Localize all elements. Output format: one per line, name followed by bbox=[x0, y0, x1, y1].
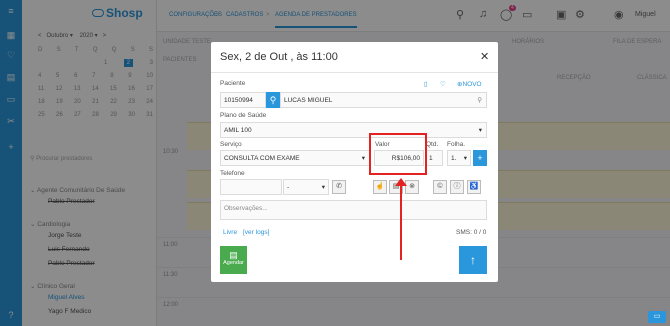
plano-label: Plano de Saúde bbox=[220, 112, 267, 119]
sms-counter: SMS: 0 / 0 bbox=[456, 229, 487, 236]
folha-label: Folha. bbox=[447, 141, 466, 148]
phone-icon[interactable]: ▯ bbox=[424, 80, 428, 88]
status-livre[interactable]: Livre bbox=[223, 229, 237, 236]
cancel-icon[interactable]: ⊗ bbox=[405, 180, 419, 194]
chat-button[interactable]: ▭ bbox=[648, 311, 666, 323]
telefone-field[interactable] bbox=[220, 179, 282, 195]
servico-select[interactable]: CONSULTA COM EXAME ▾ bbox=[220, 150, 370, 166]
patient-name-field[interactable]: LUCAS MIGUEL ⚲ bbox=[280, 92, 487, 108]
arrow-head bbox=[395, 178, 407, 186]
search-icon[interactable]: ⚲ bbox=[266, 92, 280, 108]
thumbs-up-icon[interactable]: ☝ bbox=[373, 180, 387, 194]
modal-title: Sex, 2 de Out , às 11:00 bbox=[220, 51, 338, 63]
info-icon[interactable]: ⓘ bbox=[450, 180, 464, 194]
agendar-button[interactable]: ▤ Agendar bbox=[220, 246, 247, 274]
servico-label: Serviço bbox=[220, 141, 242, 148]
highlight-box bbox=[369, 133, 427, 175]
heart-icon[interactable]: ♡ bbox=[440, 80, 446, 88]
accessibility-icon[interactable]: ♿ bbox=[467, 180, 481, 194]
telefone-type-select[interactable]: - ▾ bbox=[283, 179, 329, 195]
telefone-label: Telefone bbox=[220, 170, 245, 177]
folha-select[interactable]: 1. ▾ bbox=[447, 150, 471, 166]
phone-icon[interactable]: ✆ bbox=[332, 180, 346, 194]
patient-id-field[interactable]: 10150994 bbox=[220, 92, 266, 108]
scroll-up-button[interactable]: ↑ bbox=[459, 246, 487, 274]
calendar-plus-icon: ▤ bbox=[229, 250, 238, 260]
new-patient-button[interactable]: ⊕NOVO bbox=[457, 80, 482, 88]
plano-select[interactable]: AMIL 100 ▾ bbox=[220, 122, 487, 138]
qtd-field[interactable]: 1 bbox=[425, 150, 443, 166]
paciente-label: Paciente bbox=[220, 80, 246, 87]
appointment-modal: Sex, 2 de Out , às 11:00 ✕ Paciente ▯ ♡ … bbox=[211, 42, 498, 282]
ver-logs-link[interactable]: [ver logs] bbox=[243, 229, 269, 236]
close-icon[interactable]: ✕ bbox=[480, 50, 489, 63]
arrow-line bbox=[400, 184, 402, 260]
observacoes-field[interactable]: Observações... bbox=[220, 200, 487, 220]
add-button[interactable]: + bbox=[473, 150, 487, 166]
qtd-label: Qtd. bbox=[426, 141, 439, 148]
copyright-icon[interactable]: © bbox=[433, 180, 447, 194]
divider bbox=[211, 72, 498, 73]
